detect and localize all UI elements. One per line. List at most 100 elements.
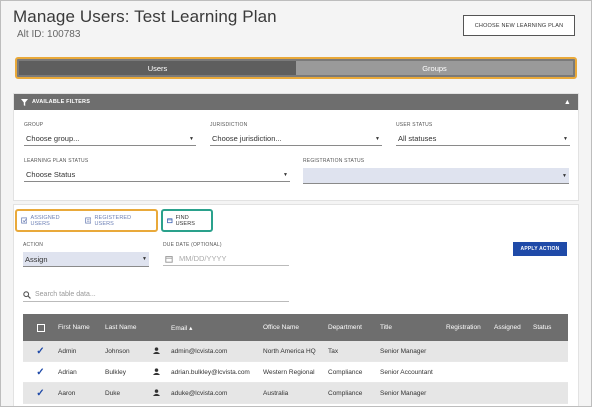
- filters-header[interactable]: AVAILABLE FILTERS ▲: [14, 94, 578, 110]
- col-office-name[interactable]: Office Name: [263, 324, 328, 331]
- calendar-icon: [165, 255, 173, 263]
- dropdown-arrow-icon: ▼: [375, 135, 380, 142]
- search-placeholder: Search table data...: [35, 291, 96, 298]
- group-value: Choose group...: [26, 134, 80, 143]
- funnel-icon: [21, 98, 28, 106]
- tab-registered-label: REGISTERED USERS: [94, 214, 132, 227]
- col-status[interactable]: Status: [533, 324, 568, 331]
- calendar-icon: [167, 218, 173, 224]
- users-groups-toggle: Users Groups: [15, 57, 577, 79]
- dropdown-arrow-icon: ▼: [563, 135, 568, 142]
- registration-status-select[interactable]: ▼: [303, 168, 569, 184]
- cell-department: Tax: [328, 347, 339, 355]
- cell-title: Senior Manager: [380, 389, 427, 397]
- cell-office: Australia: [263, 389, 289, 397]
- col-title[interactable]: Title: [380, 324, 446, 331]
- cell-email: admin@lcvista.com: [171, 347, 228, 355]
- jurisdiction-select[interactable]: Choose jurisdiction... ▼: [210, 132, 382, 146]
- user-status-select[interactable]: All statuses ▼: [396, 132, 570, 146]
- registration-status-filter: REGISTRATION STATUS ▼: [303, 158, 569, 184]
- dropdown-arrow-icon: ▼: [142, 256, 147, 262]
- cell-first-name: Adrian: [58, 368, 77, 376]
- dropdown-arrow-icon: ▼: [283, 171, 288, 178]
- groups-toggle[interactable]: Groups: [296, 61, 573, 75]
- chevron-up-icon[interactable]: ▲: [564, 99, 571, 106]
- user-status-value: All statuses: [398, 134, 437, 143]
- user-status-label: USER STATUS: [396, 122, 433, 128]
- tab-assigned-users[interactable]: ASSIGNED USERS: [21, 215, 77, 227]
- cell-department: Compliance: [328, 389, 363, 397]
- lp-status-label: LEARNING PLAN STATUS: [24, 158, 89, 164]
- users-table: First Name Last Name Email ▴ Office Name…: [23, 314, 568, 404]
- page-title: Manage Users: Test Learning Plan: [13, 7, 277, 26]
- search-icon: [23, 290, 31, 299]
- cell-first-name: Aaron: [58, 389, 76, 397]
- choose-learning-plan-button[interactable]: CHOOSE NEW LEARNING PLAN: [463, 15, 575, 36]
- apply-action-button[interactable]: APPLY ACTION: [513, 242, 567, 256]
- lp-status-value: Choose Status: [26, 170, 76, 179]
- group-filter: GROUP Choose group... ▼: [24, 122, 196, 146]
- user-tabs-group: ASSIGNED USERS REGISTERED USERS: [15, 209, 158, 232]
- cell-email: aduke@lcvista.com: [171, 389, 228, 397]
- row-checkbox-checked[interactable]: ✓: [36, 367, 44, 378]
- alt-id: Alt ID: 100783: [17, 29, 81, 40]
- select-all-checkbox[interactable]: [36, 323, 45, 332]
- assigned-users-icon: [21, 217, 28, 224]
- lp-status-filter: LEARNING PLAN STATUS Choose Status ▼: [24, 158, 290, 182]
- user-status-filter: USER STATUS All statuses ▼: [396, 122, 570, 146]
- tab-assigned-label: ASSIGNED USERS: [30, 214, 60, 227]
- find-users-group: FIND USERS: [161, 209, 213, 232]
- lp-status-select[interactable]: Choose Status ▼: [24, 168, 290, 182]
- row-checkbox-checked[interactable]: ✓: [36, 346, 44, 357]
- col-assigned[interactable]: Assigned: [494, 324, 533, 331]
- col-last-name[interactable]: Last Name: [105, 324, 153, 331]
- page-header: Manage Users: Test Learning Plan Alt ID:…: [13, 7, 277, 40]
- person-icon: [153, 388, 160, 396]
- col-department[interactable]: Department: [328, 324, 380, 331]
- cell-last-name: Johnson: [105, 347, 130, 355]
- cell-office: Western Regional: [263, 368, 315, 376]
- filters-panel: AVAILABLE FILTERS ▲ GROUP Choose group..…: [13, 93, 579, 201]
- table-row[interactable]: ✓ Admin Johnson admin@lcvista.com North …: [23, 341, 568, 362]
- col-email-label: Email: [171, 324, 188, 332]
- action-select[interactable]: Assign ▼: [23, 252, 149, 267]
- app-frame: Manage Users: Test Learning Plan Alt ID:…: [0, 0, 592, 407]
- action-field: ACTION Assign ▼: [23, 242, 149, 267]
- sort-arrow-icon: ▴: [189, 324, 193, 332]
- cell-email: adrian.bulkley@lcvista.com: [171, 368, 250, 376]
- tab-find-label: FIND USERS: [175, 214, 196, 227]
- action-label: ACTION: [23, 242, 44, 248]
- table-row[interactable]: ✓ Adrian Bulkley adrian.bulkley@lcvista.…: [23, 362, 568, 383]
- cell-title: Senior Accountant: [380, 368, 433, 376]
- table-header: First Name Last Name Email ▴ Office Name…: [23, 314, 568, 341]
- cell-last-name: Bulkley: [105, 368, 126, 376]
- cell-first-name: Admin: [58, 347, 77, 355]
- col-registration[interactable]: Registration: [446, 324, 494, 331]
- tab-registered-users[interactable]: REGISTERED USERS: [85, 215, 148, 227]
- person-icon: [153, 367, 160, 375]
- cell-last-name: Duke: [105, 389, 121, 397]
- due-date-placeholder: MM/DD/YYYY: [179, 254, 227, 263]
- jurisdiction-label: JURISDICTION: [210, 122, 248, 128]
- group-select[interactable]: Choose group... ▼: [24, 132, 196, 146]
- filters-title: AVAILABLE FILTERS: [32, 99, 91, 105]
- action-value: Assign: [25, 254, 48, 264]
- search-input[interactable]: Search table data...: [23, 288, 289, 302]
- due-date-label: DUE DATE (OPTIONAL): [163, 242, 222, 248]
- col-email[interactable]: Email ▴: [171, 324, 263, 332]
- cell-title: Senior Manager: [380, 347, 427, 355]
- col-first-name[interactable]: First Name: [58, 324, 105, 331]
- dropdown-arrow-icon: ▼: [562, 172, 567, 179]
- table-row[interactable]: ✓ Aaron Duke aduke@lcvista.com Australia…: [23, 383, 568, 404]
- tab-find-users[interactable]: FIND USERS: [167, 215, 203, 227]
- due-date-input[interactable]: MM/DD/YYYY: [163, 252, 289, 266]
- cell-office: North America HQ: [263, 347, 316, 355]
- person-icon: [153, 346, 160, 354]
- cell-department: Compliance: [328, 368, 363, 376]
- group-label: GROUP: [24, 122, 44, 128]
- users-toggle[interactable]: Users: [19, 61, 296, 75]
- jurisdiction-filter: JURISDICTION Choose jurisdiction... ▼: [210, 122, 382, 146]
- dropdown-arrow-icon: ▼: [189, 135, 194, 142]
- row-checkbox-checked[interactable]: ✓: [36, 388, 44, 399]
- jurisdiction-value: Choose jurisdiction...: [212, 134, 282, 143]
